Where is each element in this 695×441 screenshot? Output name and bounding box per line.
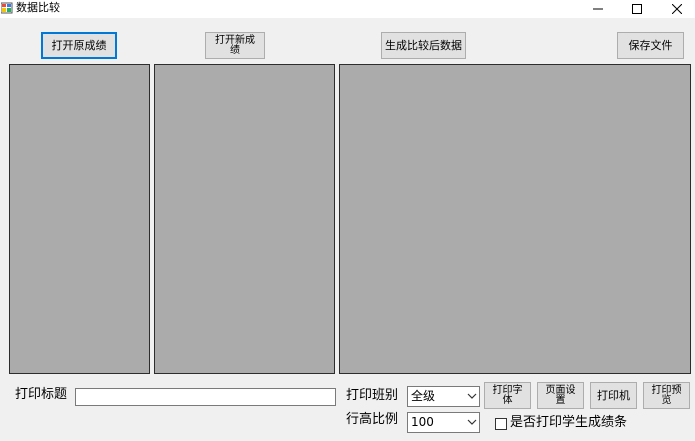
- app-icon: [1, 2, 13, 14]
- print-class-label: 打印班别: [346, 388, 399, 403]
- open-original-button[interactable]: 打开原成绩: [41, 32, 117, 59]
- close-icon: [672, 4, 682, 14]
- window-title: 数据比较: [16, 1, 60, 14]
- row-height-label: 行高比例: [346, 412, 399, 427]
- maximize-button[interactable]: [622, 0, 652, 18]
- printer-button[interactable]: 打印机: [590, 382, 637, 409]
- print-student-bar-label[interactable]: 是否打印学生成绩条: [510, 415, 627, 431]
- minimize-button[interactable]: [583, 0, 613, 18]
- row-height-value: 100: [411, 415, 434, 429]
- page-setup-button[interactable]: 页面设 置: [537, 382, 584, 409]
- open-new-button[interactable]: 打开新成 绩: [205, 32, 265, 59]
- maximize-icon: [632, 4, 642, 14]
- main-window: 数据比较 打开原成绩 打开新成 绩 生成比较后数据 保存文件 打印标题 打印班别…: [0, 0, 695, 441]
- close-button[interactable]: [662, 0, 692, 18]
- print-title-input[interactable]: [75, 388, 336, 406]
- title-bar: 数据比较: [0, 0, 695, 18]
- new-scores-grid[interactable]: [154, 64, 335, 374]
- print-title-label: 打印标题: [15, 387, 68, 402]
- comparison-result-grid[interactable]: [339, 64, 691, 374]
- generate-comparison-button[interactable]: 生成比较后数据: [381, 32, 466, 59]
- save-file-button[interactable]: 保存文件: [617, 32, 684, 59]
- original-scores-grid[interactable]: [9, 64, 150, 374]
- print-font-button[interactable]: 打印字 体: [484, 382, 531, 409]
- print-class-select[interactable]: 全级: [407, 386, 480, 407]
- print-preview-button[interactable]: 打印预 览: [643, 382, 690, 409]
- dropdown-arrow-icon: [467, 393, 477, 399]
- minimize-icon: [593, 8, 603, 10]
- print-class-value: 全级: [411, 389, 436, 403]
- print-student-bar-checkbox[interactable]: [495, 418, 507, 430]
- row-height-select[interactable]: 100: [407, 412, 480, 433]
- dropdown-arrow-icon: [467, 419, 477, 425]
